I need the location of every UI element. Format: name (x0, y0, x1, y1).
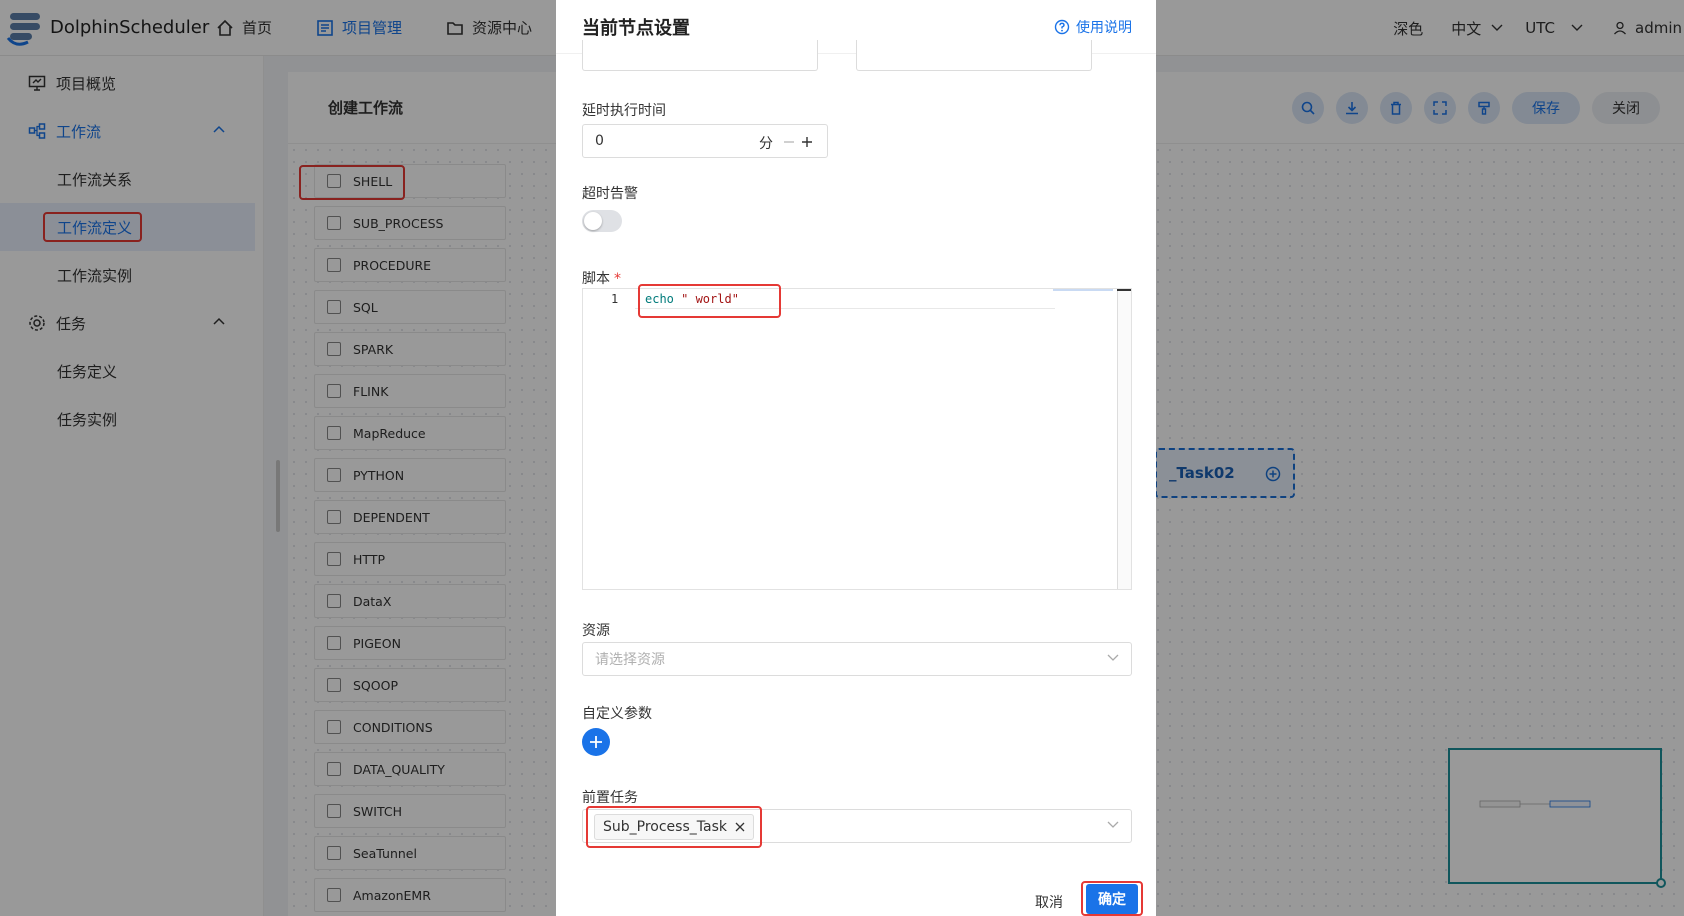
editor-highlight-mark (1053, 289, 1113, 291)
plus-icon (590, 736, 602, 748)
highlight-script (638, 284, 781, 318)
cancel-button[interactable]: 取消 (1035, 892, 1063, 912)
delay-label: 延时执行时间 (582, 103, 666, 119)
node-settings-drawer: 当前节点设置 使用说明 延时执行时间 0 分 超时告警 脚本 * 1 echo "… (556, 0, 1156, 916)
timeout-label: 超时告警 (582, 186, 638, 202)
drawer-title: 当前节点设置 (582, 17, 690, 39)
highlight-confirm (1081, 881, 1143, 916)
plus-icon[interactable] (801, 136, 813, 148)
custom-params-label: 自定义参数 (582, 706, 652, 722)
delay-unit: 分 (759, 136, 773, 152)
script-label: 脚本 * (582, 268, 621, 288)
pre-task-label: 前置任务 (582, 790, 638, 806)
question-circle-icon (1054, 19, 1070, 35)
timeout-switch[interactable] (582, 210, 622, 232)
editor-scrollbar[interactable] (1117, 289, 1131, 589)
line-number: 1 (611, 292, 619, 306)
help-label: 使用说明 (1076, 20, 1132, 36)
script-editor[interactable]: 1 echo " world" (582, 288, 1132, 590)
editor-gutter: 1 (583, 289, 633, 589)
resource-label: 资源 (582, 623, 610, 639)
delay-value: 0 (595, 133, 604, 149)
required-mark: * (614, 271, 621, 287)
prev-field-right[interactable] (856, 40, 1092, 71)
script-label-text: 脚本 (582, 271, 610, 287)
switch-knob (584, 212, 602, 230)
highlight-pre-task (586, 806, 762, 848)
minus-icon[interactable] (783, 136, 795, 148)
chevron-down-icon (1107, 654, 1119, 661)
help-link[interactable]: 使用说明 (1054, 17, 1132, 37)
delay-input[interactable]: 0 分 (582, 124, 828, 158)
chevron-down-icon (1107, 821, 1119, 828)
editor-scroll-mark (1117, 289, 1131, 291)
add-param-button[interactable] (582, 728, 610, 756)
prev-field-left[interactable] (582, 40, 818, 71)
resource-placeholder: 请选择资源 (595, 652, 665, 668)
resource-select[interactable]: 请选择资源 (582, 642, 1132, 676)
